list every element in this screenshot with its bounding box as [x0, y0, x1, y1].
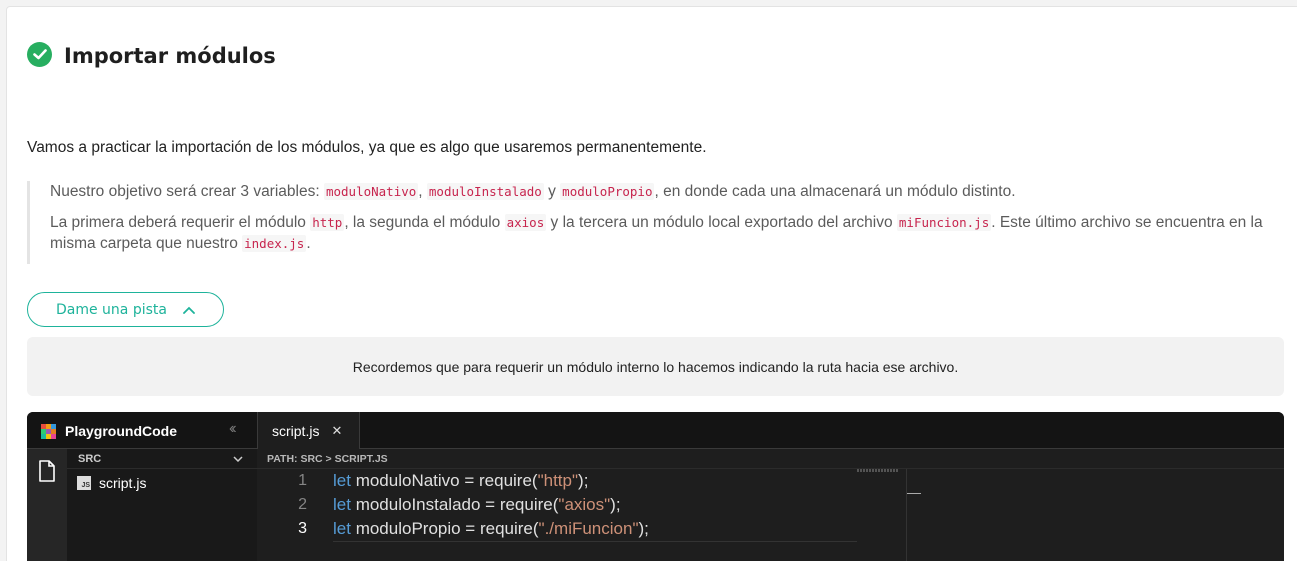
text: , en donde cada una almacenará un módulo… — [654, 183, 1016, 200]
code-line: 2 let moduloInstalado = require("axios")… — [257, 493, 857, 517]
check-circle-icon — [27, 41, 52, 67]
hint-button-label: Dame una pista — [56, 301, 167, 318]
folder-src[interactable]: SRC — [67, 449, 257, 469]
keyword: let — [333, 495, 351, 514]
code-file: miFuncion.js — [896, 214, 992, 231]
code-part: ); — [610, 495, 621, 514]
code-line: 3 let moduloPropio = require("./miFuncio… — [257, 517, 857, 541]
line-number: 2 — [298, 496, 307, 513]
brand-name: PlaygroundCode — [65, 423, 178, 439]
file-explorer: SRC JS script.js — [67, 449, 257, 561]
text: La primera deberá requerir el módulo — [50, 214, 311, 231]
text: , la segunda el módulo — [344, 214, 505, 231]
line-number: 3 — [298, 520, 307, 537]
text: y la tercera un módulo local exportado d… — [546, 214, 897, 231]
chevron-down-icon — [233, 455, 243, 462]
code-file: index.js — [242, 235, 307, 252]
code-line: 1 let moduloNativo = require("http"); — [257, 469, 857, 493]
text: . — [306, 235, 311, 252]
code-part: moduloPropio = require( — [350, 519, 539, 538]
code-part: moduloInstalado = require( — [350, 495, 559, 514]
code-area[interactable]: 1 let moduloNativo = require("http"); 2 … — [257, 469, 907, 561]
brand: PlaygroundCode — [41, 423, 177, 439]
js-file-icon: JS — [77, 476, 91, 490]
string-literal: "http" — [537, 471, 579, 490]
file-icon[interactable] — [38, 460, 56, 482]
code-text: let moduloNativo = require("http"); — [333, 471, 588, 491]
code-text: let moduloPropio = require("./miFuncion"… — [333, 519, 649, 539]
string-literal: "./miFuncion" — [538, 519, 639, 538]
hint-box: Recordemos que para requerir un módulo i… — [27, 337, 1284, 396]
tab-label: script.js — [272, 422, 320, 439]
text: y — [543, 183, 561, 200]
line-number: 1 — [298, 472, 307, 489]
breadcrumb-path: PATH: SRC > SCRIPT.JS — [257, 449, 1284, 469]
file-name: script.js — [99, 475, 147, 491]
instructions-paragraph-1: Nuestro objetivo será crear 3 variables:… — [50, 181, 1272, 202]
code-text: let moduloInstalado = require("axios"); — [333, 495, 621, 515]
code-variable: moduloPropio — [560, 183, 655, 200]
hint-button[interactable]: Dame una pista — [27, 292, 224, 327]
instructions-paragraph-2: La primera deberá requerir el módulo htt… — [50, 212, 1272, 254]
code-editor: PlaygroundCode ‹‹ script.js ✕ SRC JS scr… — [27, 412, 1284, 561]
code-part: moduloNativo = require( — [350, 471, 538, 490]
exercise-card: Importar módulos Vamos a practicar la im… — [6, 6, 1297, 561]
folder-label: SRC — [78, 452, 102, 465]
keyword: let — [333, 471, 351, 490]
instructions-quote: Nuestro objetivo será crear 3 variables:… — [27, 181, 1272, 264]
text: , — [418, 183, 427, 200]
chevron-up-icon — [183, 306, 195, 314]
text: Nuestro objetivo será crear 3 variables: — [50, 183, 324, 200]
code-module: http — [310, 214, 345, 231]
title-row: Importar módulos — [27, 40, 276, 68]
close-icon[interactable]: ✕ — [331, 423, 342, 439]
keyword: let — [333, 519, 351, 538]
scrollbar-marker[interactable] — [907, 493, 921, 494]
playground-logo-icon — [41, 423, 56, 439]
code-module: axios — [504, 214, 547, 231]
code-variable: moduloNativo — [323, 183, 419, 200]
page-title: Importar módulos — [64, 44, 276, 68]
editor-topbar: PlaygroundCode ‹‹ script.js ✕ — [27, 412, 1284, 449]
activity-bar — [27, 449, 67, 561]
file-item-script-js[interactable]: JS script.js — [67, 475, 257, 491]
intro-text: Vamos a practicar la importación de los … — [27, 139, 707, 156]
code-part: ); — [578, 471, 589, 490]
hint-text: Recordemos que para requerir un módulo i… — [352, 358, 959, 375]
minimap[interactable] — [857, 469, 899, 472]
string-literal: "axios" — [558, 495, 611, 514]
code-part: ); — [638, 519, 649, 538]
tab-script-js[interactable]: script.js ✕ — [257, 412, 360, 449]
code-variable: moduloInstalado — [426, 183, 544, 200]
editor-pane: PATH: SRC > SCRIPT.JS 1 let moduloNativo… — [257, 449, 1284, 561]
current-line-highlight — [333, 541, 857, 542]
collapse-left-icon[interactable]: ‹‹ — [229, 420, 236, 438]
